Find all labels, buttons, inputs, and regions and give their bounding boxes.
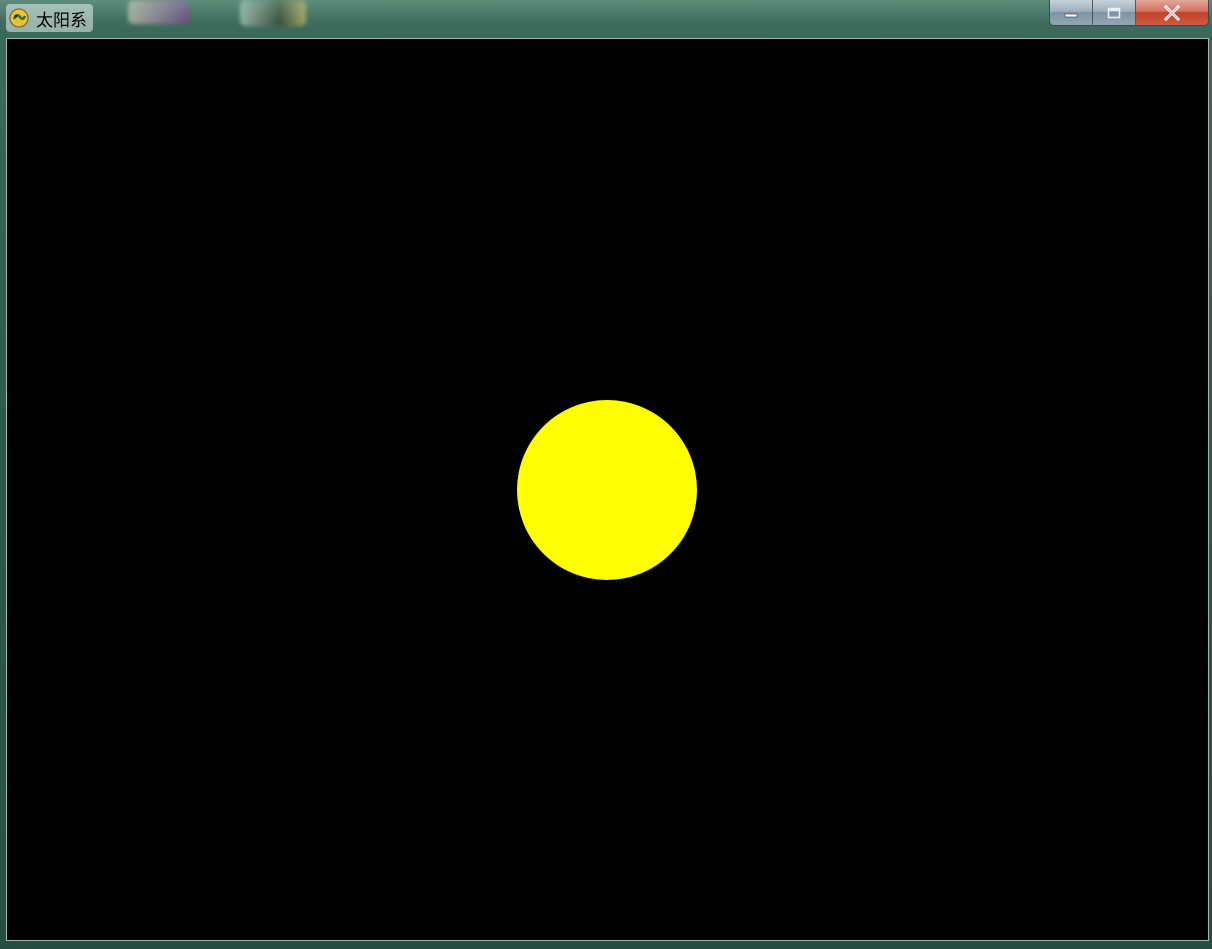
maximize-button[interactable] (1093, 0, 1136, 25)
window-title: 太阳系 (36, 10, 87, 31)
pygame-snake-icon[interactable] (8, 7, 30, 29)
caption-buttons (1049, 0, 1209, 26)
close-button[interactable] (1136, 0, 1208, 25)
minimize-icon (1064, 13, 1078, 17)
close-icon (1163, 4, 1181, 21)
title-bar[interactable]: 太阳系 (0, 0, 1212, 38)
minimize-button[interactable] (1050, 0, 1093, 25)
sun (517, 400, 697, 580)
window-title-area: 太阳系 (6, 4, 93, 32)
game-canvas[interactable] (6, 38, 1209, 941)
maximize-icon (1107, 7, 1121, 18)
